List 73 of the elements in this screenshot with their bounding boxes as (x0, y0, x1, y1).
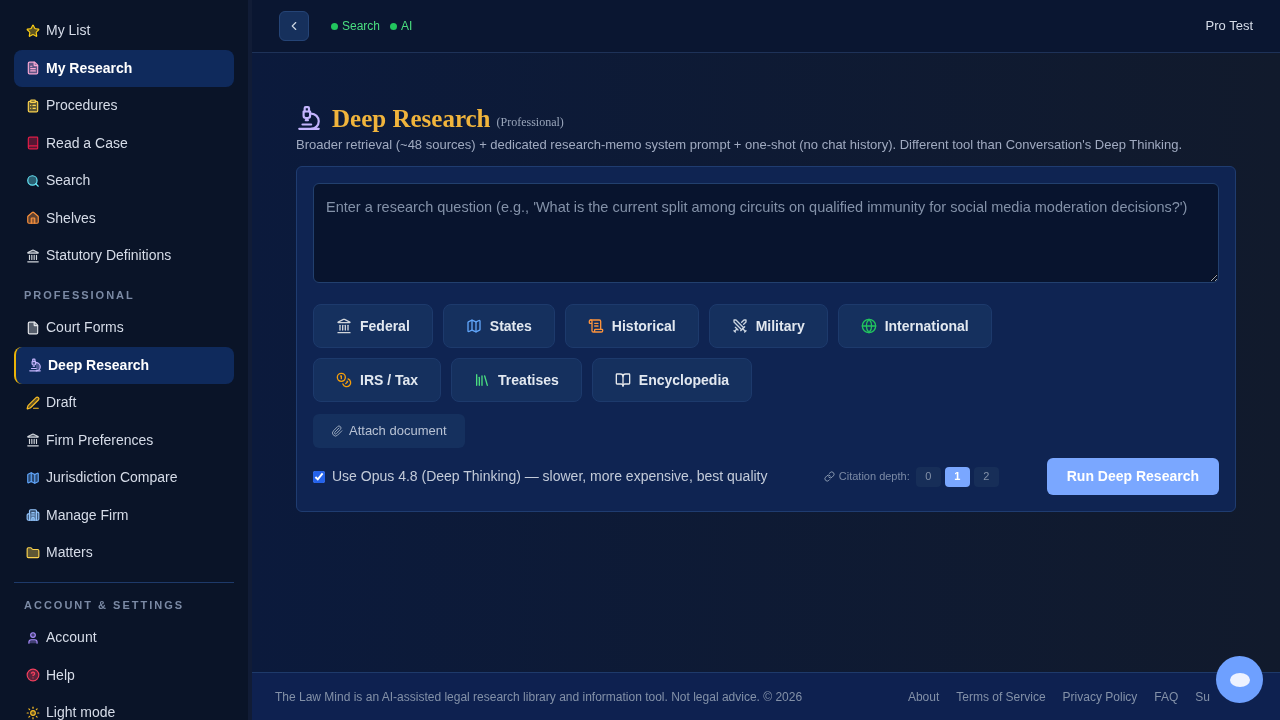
office-building-icon (26, 508, 40, 523)
question-field[interactable]: Enter a research question (e.g., 'What is the current split among circuits on qualified immunity for social media moderation decisions?') (313, 183, 1219, 283)
sun-icon (26, 705, 40, 720)
map-icon (26, 470, 40, 485)
footer-link[interactable]: Su (1195, 687, 1210, 706)
sidebar-item[interactable]: Deep Research (14, 346, 234, 384)
document-icon (26, 61, 40, 76)
citation-depth-label: Citation depth: (838, 469, 910, 485)
sidebar-item[interactable]: Procedures (14, 87, 234, 125)
footer-link[interactable]: Privacy Policy (1062, 687, 1138, 706)
sidebar-item[interactable]: Statutory Definitions (14, 237, 234, 275)
source-chip[interactable]: States (442, 304, 555, 348)
house-icon (26, 211, 40, 226)
source-chip[interactable]: Federal (313, 304, 433, 348)
question-icon (26, 668, 40, 683)
open-book-icon (614, 372, 631, 388)
footer-link[interactable]: About (907, 687, 940, 706)
sidebar-item[interactable]: My List (14, 12, 234, 50)
clipboard-icon (26, 98, 40, 113)
page-description: Broader retrieval (~48 sources) + dedicated research-memo system prompt + one-shot (no chat history). Different tool than Conversation's Deep Thinking. (296, 137, 1184, 153)
page-title: Deep Research (332, 104, 491, 134)
source-chip[interactable]: Military (708, 304, 828, 348)
depth-option[interactable]: 2 (973, 466, 999, 487)
source-chip[interactable]: International (837, 304, 992, 348)
search-icon (26, 173, 40, 188)
section-heading: ACCOUNT & SETTINGS (23, 597, 186, 613)
microscope-icon (28, 358, 42, 373)
footer-link[interactable]: FAQ (1154, 687, 1179, 706)
crossed-swords-icon (731, 318, 748, 334)
sidebar-item[interactable]: Manage Firm (14, 496, 234, 534)
user-name: Pro Test (1205, 17, 1253, 36)
source-chip[interactable]: Treatises (451, 358, 582, 402)
globe-icon (860, 318, 877, 334)
attach-button[interactable]: Attach document (313, 414, 465, 448)
map-icon (465, 318, 482, 334)
sidebar-item[interactable]: Search (14, 162, 234, 200)
chat-bubble-icon (1229, 672, 1250, 687)
person-icon (26, 630, 40, 645)
sidebar-item[interactable]: Account (14, 619, 234, 657)
scroll-icon (587, 318, 604, 334)
building-icon (26, 433, 40, 448)
source-chip[interactable]: IRS / Tax (313, 358, 442, 402)
opus-label: Use Opus 4.8 (Deep Thinking) — slower, more expensive, best quality (332, 467, 768, 486)
source-chip[interactable]: Historical (564, 304, 699, 348)
sidebar-item[interactable]: Jurisdiction Compare (14, 459, 234, 497)
sidebar-item[interactable]: Shelves (14, 199, 234, 237)
sidebar-item[interactable]: Firm Preferences (14, 421, 234, 459)
sidebar-item[interactable]: Light mode (14, 694, 234, 720)
status-label: Search (342, 18, 381, 35)
source-chip[interactable]: Encyclopedia (591, 358, 753, 402)
folder-icon (26, 545, 40, 560)
microscope-icon (296, 105, 322, 131)
sidebar-item[interactable]: Help (14, 656, 234, 694)
depth-option[interactable]: 0 (915, 466, 941, 487)
books-icon (474, 372, 491, 388)
sidebar-item[interactable]: Court Forms (14, 309, 234, 347)
paperclip-icon (331, 425, 343, 437)
document-icon (26, 320, 40, 335)
sidebar-item[interactable]: Matters (14, 534, 234, 572)
footer-link[interactable]: Terms of Service (956, 687, 1046, 706)
section-heading: PROFESSIONAL (23, 287, 136, 303)
opus-checkbox[interactable] (313, 470, 325, 483)
building-icon (336, 318, 352, 334)
status-label: AI (401, 18, 413, 35)
book-icon (26, 136, 40, 151)
sidebar-item[interactable]: My Research (14, 49, 234, 87)
link-icon (823, 471, 835, 482)
star-icon (26, 23, 40, 38)
footer-notice: The Law Mind is an AI-assisted legal research library and information tool. Not legal advice. © 2026 (275, 688, 803, 706)
page-subtitle: (Professional) (496, 114, 564, 131)
sidebar-item[interactable]: Draft (14, 384, 234, 422)
sidebar-item[interactable]: Read a Case (14, 124, 234, 162)
building-icon (26, 248, 40, 263)
